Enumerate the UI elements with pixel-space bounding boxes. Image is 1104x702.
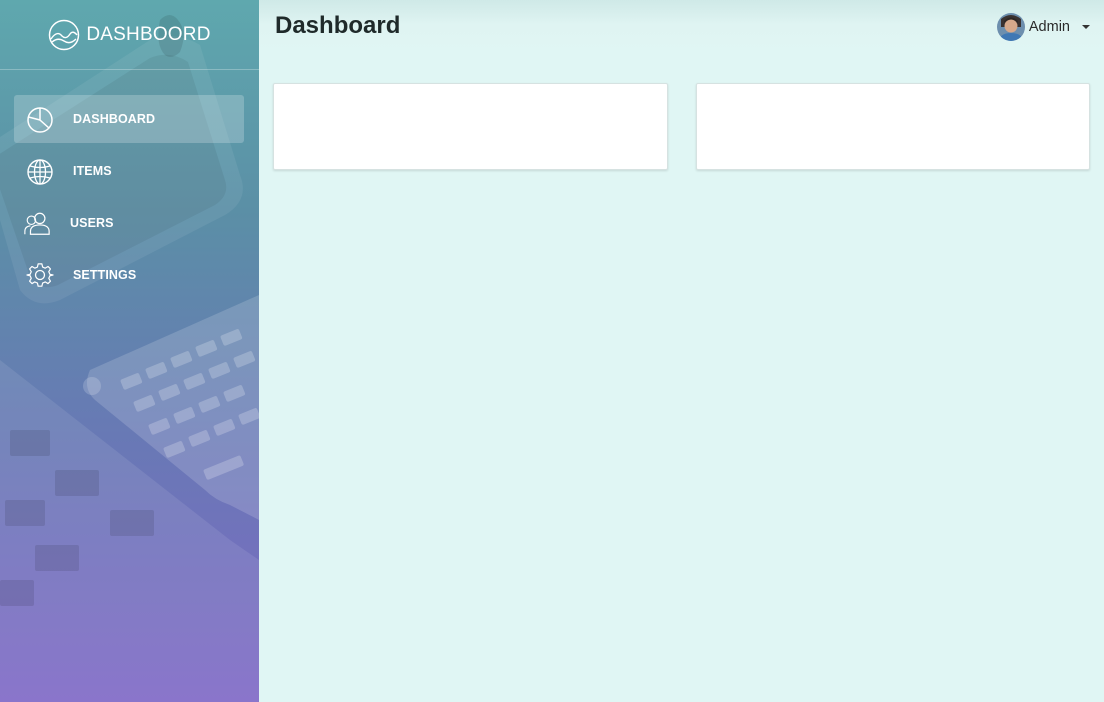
sidebar-item-users[interactable]: USERS [14, 199, 244, 247]
mountain-circle-logo-icon [48, 19, 80, 51]
sidebar-item-label: SETTINGS [73, 268, 137, 282]
sidebar-item-label: ITEMS [73, 164, 112, 178]
sidebar-item-dashboard[interactable]: DASHBOARD [14, 95, 244, 143]
gear-icon [26, 262, 54, 290]
sidebar: DASHBOORD DASHBOARD ITEMS USERS SETTINGS [0, 0, 259, 702]
user-name: Admin [1028, 19, 1070, 35]
users-icon [23, 210, 51, 238]
brand[interactable]: DASHBOORD [0, 0, 259, 70]
sidebar-nav: DASHBOARD ITEMS USERS SETTINGS [14, 95, 244, 303]
caret-down-icon[interactable] [1082, 25, 1090, 29]
brand-name: DASHBOORD [86, 24, 211, 45]
pie-chart-icon [26, 106, 54, 134]
dashboard-card [273, 83, 668, 170]
dashboard-card [696, 83, 1090, 170]
sidebar-item-settings[interactable]: SETTINGS [14, 251, 244, 299]
page-title: Dashboard [275, 12, 401, 39]
user-menu[interactable]: Admin [996, 12, 1090, 42]
globe-icon [26, 158, 54, 186]
sidebar-item-items[interactable]: ITEMS [14, 147, 244, 195]
top-bar: Dashboard Admin [259, 0, 1104, 55]
sidebar-item-label: USERS [70, 216, 114, 230]
avatar[interactable] [996, 13, 1025, 41]
sidebar-item-label: DASHBOARD [73, 112, 156, 126]
app-window: DASHBOORD DASHBOARD ITEMS USERS SETTINGS… [0, 0, 1104, 702]
